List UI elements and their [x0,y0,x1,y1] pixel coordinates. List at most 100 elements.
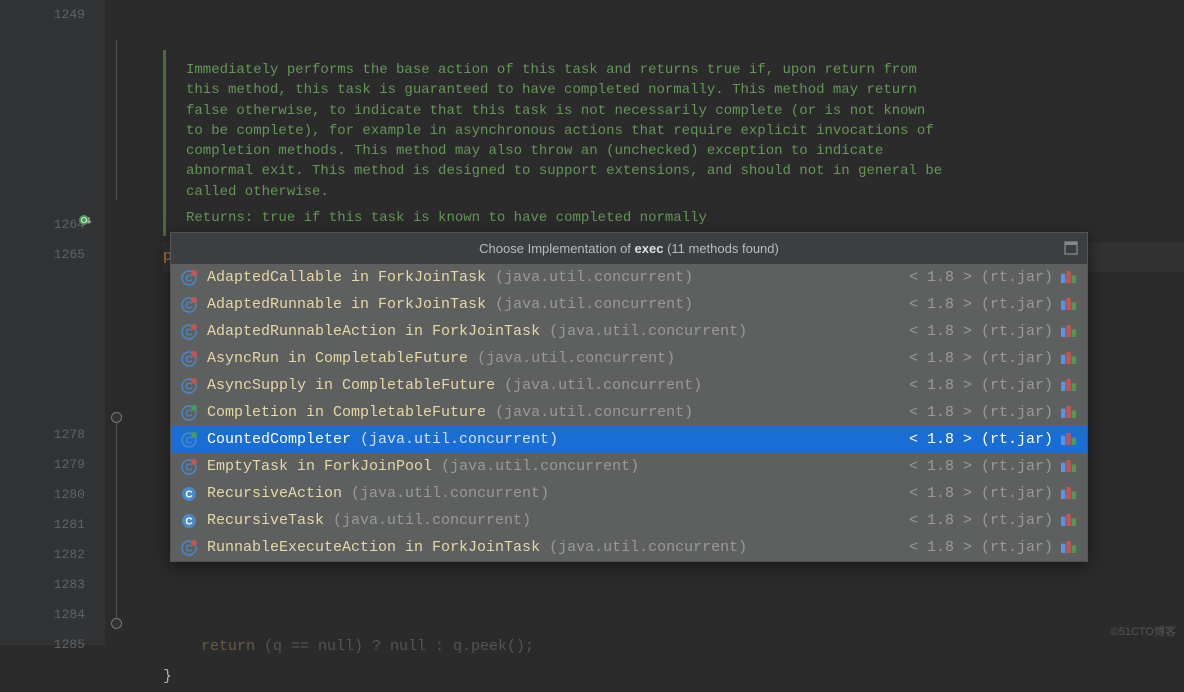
line-number: 1278 [0,420,85,450]
line-number [0,90,85,120]
javadoc-returns: Returns: true if this task is known to h… [186,210,1184,226]
line-number: 1249 [0,0,85,30]
library-icon [1061,271,1077,285]
line-number: 1284 [0,600,85,630]
popup-item[interactable]: C CountedCompleter (java.util.concurrent)… [171,426,1087,453]
implementation-chooser-popup: Choose Implementation of exec (11 method… [170,232,1088,562]
class-icon: C [181,405,197,421]
class-icon: C [181,540,197,556]
popup-item-label: AdaptedRunnableAction in ForkJoinTask (j… [207,323,909,340]
class-icon: C [181,351,197,367]
line-number: 1264 O [0,210,85,240]
line-number: 1280 [0,480,85,510]
library-icon [1061,352,1077,366]
popup-item[interactable]: C Completion in CompletableFuture (java.u… [171,399,1087,426]
javadoc-body: Immediately performs the base action of … [186,60,946,202]
popup-title: Choose Implementation of exec (11 method… [171,233,1087,264]
line-number [0,330,85,360]
class-icon: C [181,513,197,529]
library-icon [1061,514,1077,528]
watermark: ©51CTO博客 [1111,623,1176,639]
popup-item-label: CountedCompleter (java.util.concurrent) [207,431,909,448]
line-number [0,30,85,60]
popup-item-version: < 1.8 > (rt.jar) [909,431,1053,448]
class-icon: C [181,378,197,394]
popup-item[interactable]: C RecursiveTask (java.util.concurrent)< 1… [171,507,1087,534]
class-icon: C [181,324,197,340]
library-icon [1061,433,1077,447]
svg-text:C: C [185,273,192,284]
line-number [0,390,85,420]
svg-text:C: C [185,462,192,473]
code-line-brace[interactable]: } [163,662,1184,692]
line-number [0,300,85,330]
line-number: 1282 [0,540,85,570]
popup-item[interactable]: C RecursiveAction (java.util.concurrent)<… [171,480,1087,507]
class-icon: C [181,459,197,475]
class-icon: C [181,270,197,286]
svg-text:C: C [185,543,192,554]
popup-item-version: < 1.8 > (rt.jar) [909,269,1053,286]
popup-item[interactable]: C AsyncRun in CompletableFuture (java.uti… [171,345,1087,372]
popup-item-version: < 1.8 > (rt.jar) [909,323,1053,340]
code-line-return[interactable]: return (q == null) ? null : q.peek(); [201,632,1184,662]
svg-text:O: O [81,216,87,225]
svg-text:C: C [185,489,192,500]
line-number [0,150,85,180]
popup-item-version: < 1.8 > (rt.jar) [909,296,1053,313]
class-icon: C [181,432,197,448]
popup-item-label: AdaptedCallable in ForkJoinTask (java.ut… [207,269,909,286]
popup-item-version: < 1.8 > (rt.jar) [909,350,1053,367]
class-icon: C [181,297,197,313]
line-number [0,360,85,390]
line-number [0,60,85,90]
library-icon [1061,460,1077,474]
popup-item-version: < 1.8 > (rt.jar) [909,539,1053,556]
pin-popup-icon[interactable] [1063,240,1079,256]
line-number: 1279 [0,450,85,480]
popup-item-label: EmptyTask in ForkJoinPool (java.util.con… [207,458,909,475]
popup-item[interactable]: C AdaptedRunnable in ForkJoinTask (java.u… [171,291,1087,318]
library-icon [1061,406,1077,420]
popup-item[interactable]: C EmptyTask in ForkJoinPool (java.util.co… [171,453,1087,480]
svg-text:C: C [185,435,192,446]
popup-item-label: RecursiveAction (java.util.concurrent) [207,485,909,502]
popup-item-label: AsyncSupply in CompletableFuture (java.u… [207,377,909,394]
javadoc-block: Immediately performs the base action of … [163,50,1184,236]
library-icon [1061,541,1077,555]
line-number [0,180,85,210]
svg-text:C: C [185,327,192,338]
popup-item-version: < 1.8 > (rt.jar) [909,485,1053,502]
library-icon [1061,298,1077,312]
svg-text:C: C [185,516,192,527]
popup-item-label: AsyncRun in CompletableFuture (java.util… [207,350,909,367]
line-number: 1265 [0,240,85,270]
popup-item-version: < 1.8 > (rt.jar) [909,404,1053,421]
line-number: 1283 [0,570,85,600]
popup-item-version: < 1.8 > (rt.jar) [909,458,1053,475]
class-icon: C [181,486,197,502]
popup-item-label: RunnableExecuteAction in ForkJoinTask (j… [207,539,909,556]
popup-item-label: RecursiveTask (java.util.concurrent) [207,512,909,529]
line-number [0,270,85,300]
popup-item[interactable]: C AsyncSupply in CompletableFuture (java.… [171,372,1087,399]
popup-item[interactable]: C RunnableExecuteAction in ForkJoinTask (… [171,534,1087,561]
svg-text:C: C [185,300,192,311]
svg-text:C: C [185,354,192,365]
popup-item-label: AdaptedRunnable in ForkJoinTask (java.ut… [207,296,909,313]
popup-item-version: < 1.8 > (rt.jar) [909,512,1053,529]
line-number: 1281 [0,510,85,540]
popup-item-version: < 1.8 > (rt.jar) [909,377,1053,394]
popup-item[interactable]: C AdaptedCallable in ForkJoinTask (java.u… [171,264,1087,291]
svg-text:C: C [185,381,192,392]
line-number [0,120,85,150]
override-gutter-icon[interactable]: O [78,213,92,227]
gutter: 1249 1264 O 1265 1278 1279 1280 1281 128… [0,0,105,645]
line-number: 1285 [0,630,85,660]
library-icon [1061,325,1077,339]
library-icon [1061,487,1077,501]
library-icon [1061,379,1077,393]
popup-item-label: Completion in CompletableFuture (java.ut… [207,404,909,421]
popup-item[interactable]: C AdaptedRunnableAction in ForkJoinTask (… [171,318,1087,345]
popup-list: C AdaptedCallable in ForkJoinTask (java.u… [171,264,1087,561]
